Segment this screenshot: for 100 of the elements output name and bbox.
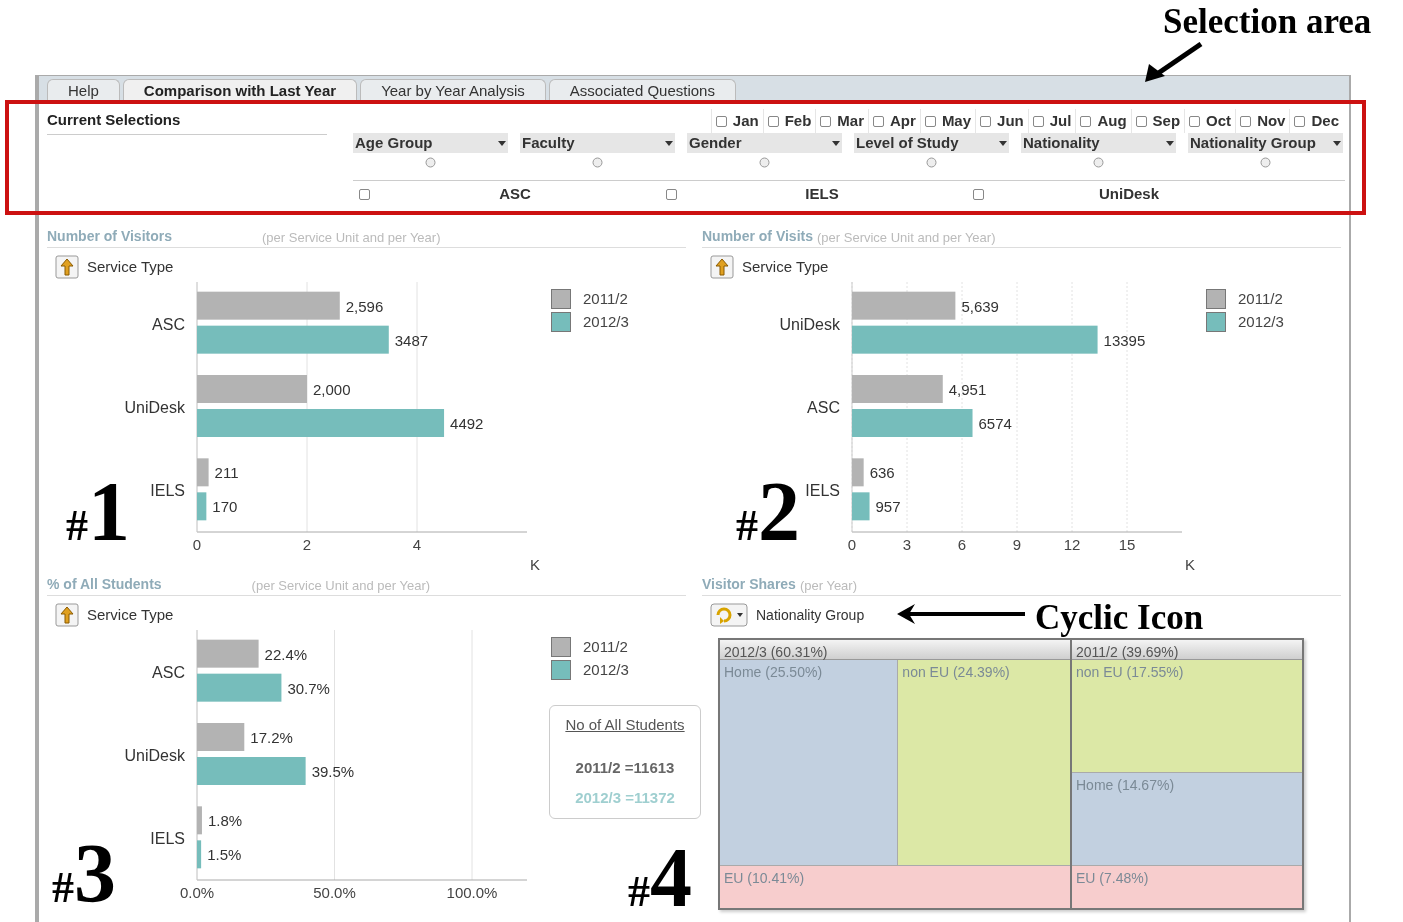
checkbox[interactable] — [980, 115, 992, 127]
category-label: ASC — [152, 315, 185, 333]
value-label: 957 — [875, 498, 901, 516]
checkbox[interactable] — [1189, 115, 1201, 127]
filter-label: Nationality — [1023, 132, 1100, 153]
value-label: 13395 — [1103, 331, 1146, 349]
legend-label: 2012/3 — [1238, 311, 1284, 332]
panel-title: Number of Visits — [702, 227, 813, 246]
value-label: 2,596 — [345, 297, 384, 315]
tick-label: 0 — [192, 536, 202, 553]
checkbox[interactable] — [973, 188, 984, 200]
value-label: 22.4% — [264, 645, 308, 663]
bar — [197, 840, 202, 869]
checkbox[interactable] — [666, 188, 677, 200]
panel-subtitle: (per Service Unit and per Year) — [262, 228, 441, 247]
filter-label: Gender — [689, 132, 742, 153]
bar — [197, 806, 202, 835]
dimension-label: Service Type — [87, 604, 174, 625]
month-label: Aug — [1097, 110, 1127, 131]
section-title: Current Selections — [47, 109, 327, 135]
caret-icon — [1166, 140, 1174, 146]
checkbox[interactable] — [1294, 115, 1306, 127]
month-label: Oct — [1206, 110, 1232, 131]
checkbox[interactable] — [359, 188, 370, 200]
callout-label: Cyclic Icon — [1035, 600, 1204, 635]
bar — [197, 639, 259, 668]
value-label: 3487 — [394, 331, 429, 349]
tick-label: 4 — [412, 536, 422, 553]
annotation-arrow — [1143, 42, 1203, 84]
category-label: IELS — [150, 830, 185, 848]
value-label: 636 — [869, 464, 895, 482]
checkbox[interactable] — [1135, 115, 1147, 127]
caret-icon — [832, 140, 840, 146]
month-label: Apr — [890, 110, 916, 131]
caret-icon — [498, 140, 506, 146]
value-label: 170 — [212, 498, 238, 516]
treemap-cell-label: EU (7.48%) — [1076, 870, 1149, 886]
filter-dropdown[interactable]: Nationality — [1021, 133, 1176, 153]
category-label: UniDesk — [779, 315, 840, 333]
tick-label: 100.0% — [446, 884, 498, 901]
filter-label: Faculty — [522, 132, 575, 153]
checkbox[interactable] — [873, 115, 885, 127]
service-unit-label: IELS — [804, 184, 840, 204]
panel-title: % of All Students — [47, 575, 162, 594]
value-label: 211 — [214, 464, 239, 482]
category-label: IELS — [805, 482, 840, 500]
treemap-group-header: 2012/3 (60.31%) — [720, 640, 1070, 660]
tab[interactable]: Comparison with Last Year — [122, 79, 358, 101]
tab[interactable]: Help — [47, 79, 120, 101]
value-label: 5,639 — [961, 297, 999, 315]
legend-label: 2011/2 — [583, 637, 628, 657]
filter-dropdown[interactable]: Level of Study — [854, 133, 1009, 153]
filter-dropdown[interactable]: Faculty — [520, 133, 675, 153]
service-unit-label: UniDesk — [1098, 184, 1160, 204]
tab[interactable]: Year by Year Analysis — [360, 79, 546, 101]
bar — [197, 723, 245, 751]
month-label: Jul — [1049, 110, 1072, 131]
checkbox[interactable] — [1240, 115, 1252, 127]
filter-dropdown[interactable]: Gender — [687, 133, 842, 153]
month-label: Nov — [1257, 110, 1286, 131]
tab[interactable]: Associated Questions — [548, 79, 736, 101]
panel-subtitle: (per Service Unit and per Year) — [817, 228, 996, 247]
circle-icon — [1093, 157, 1104, 168]
bar — [852, 492, 870, 521]
value-label: 39.5% — [311, 763, 355, 780]
checkbox[interactable] — [1032, 115, 1044, 127]
circle-icon — [926, 157, 937, 168]
caret-icon — [1333, 140, 1341, 146]
dimension-label: Service Type — [742, 256, 829, 277]
checkbox[interactable] — [1080, 115, 1092, 127]
axis-unit-label: K — [1185, 556, 1195, 572]
dimension-label: Service Type — [87, 256, 174, 277]
student-count: 2011/2 =11613 — [575, 757, 675, 778]
tick-label: 0 — [847, 536, 857, 553]
legend-label: 2011/2 — [1238, 289, 1283, 309]
filter-dropdown[interactable]: Age Group — [353, 133, 508, 153]
category-label: UniDesk — [124, 747, 185, 764]
checkbox[interactable] — [924, 115, 936, 127]
checkbox[interactable] — [715, 115, 727, 127]
student-count: 2012/3 =11372 — [575, 788, 675, 808]
legend-label: 2011/2 — [583, 289, 628, 309]
month-label: Jun — [997, 110, 1024, 131]
checkbox[interactable] — [820, 115, 832, 127]
panel-number-label: #1 — [66, 470, 130, 554]
checkbox[interactable] — [767, 115, 779, 127]
category-label: IELS — [150, 482, 185, 500]
category-label: ASC — [807, 399, 840, 416]
panel-subtitle: (per Service Unit and per Year) — [251, 576, 431, 595]
panel-subtitle: (per Year) — [799, 576, 857, 595]
tick-label: 6 — [957, 536, 967, 553]
month-label: Dec — [1311, 110, 1339, 131]
service-unit-label: ASC — [498, 184, 532, 204]
filter-dropdown[interactable]: Nationality Group — [1188, 133, 1343, 153]
cycle-dropdown-icon[interactable] — [710, 603, 748, 627]
annotation-label: Selection area — [1163, 4, 1372, 39]
value-label: 30.7% — [287, 679, 330, 697]
treemap-group-header: 2011/2 (39.69%) — [1072, 640, 1302, 660]
circle-icon — [759, 157, 770, 168]
tick-label: 50.0% — [313, 884, 356, 901]
axis-unit-label: K — [530, 556, 540, 572]
